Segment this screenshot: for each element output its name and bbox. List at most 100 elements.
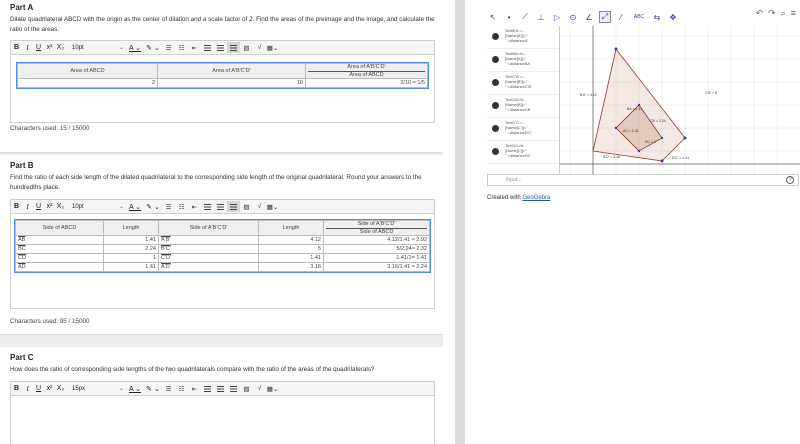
header-ratio-bottom: Area of ABCD [349,72,384,78]
equation-icon[interactable]: √ [253,383,266,394]
equation-icon[interactable]: √ [253,201,266,212]
angle-tool-icon[interactable]: ∠ [583,11,595,23]
bullet-list-icon[interactable]: ☰ [162,383,175,394]
bullet-list-icon[interactable]: ☰ [162,201,175,212]
input-bar[interactable]: Input... ? [487,174,799,186]
outdent-icon[interactable]: ⇤ [188,383,201,394]
visibility-toggle-icon[interactable] [492,79,499,86]
bold-button[interactable]: B [11,44,22,51]
visibility-toggle-icon[interactable] [492,102,499,109]
part-c-prompt: How does the ratio of corresponding side… [10,366,375,373]
superscript-button[interactable]: x² [44,203,55,210]
list-item[interactable]: TextCB=N... [Name[B]]=" " =distanceCB [487,95,559,118]
list-item[interactable]: TextBA=N... [Name[A]]=" " =distanceBA [487,49,559,72]
outdent-icon[interactable]: ⇤ [188,201,201,212]
slider-icon[interactable]: ⇆ [651,11,663,23]
point-d-prime [660,159,664,163]
subscript-button[interactable]: X₂ [55,203,66,210]
undo-icon[interactable]: ↶ [756,8,764,19]
graphics-canvas[interactable]: B'A' = 4.12 C'B' = 5 BA = 1.41 CB = 2.24… [560,26,800,174]
part-b-editor[interactable]: Side of ABCD Length Side of A'B'C'D' Len… [10,214,435,309]
numbered-list-icon[interactable]: ☷ [175,201,188,212]
table-icon[interactable]: ▦⌄ [266,383,279,394]
graphics-view[interactable]: B'A' = 4.12 C'B' = 5 BA = 1.41 CB = 2.24… [560,26,800,174]
text-color-button[interactable]: A ⌄ [126,385,144,393]
highlight-button[interactable]: ✎ ⌄ [144,203,162,211]
header-ratio: Area of A'B'C'D' Area of ABCD [305,63,428,79]
redo-icon[interactable]: ↷ [768,8,776,19]
align-center-icon[interactable] [214,383,227,394]
align-center-icon[interactable] [214,42,227,53]
point-tool-icon[interactable]: • [503,11,515,23]
bold-button[interactable]: B [11,385,22,392]
italic-button[interactable]: I [22,385,33,393]
align-right-icon[interactable] [227,201,240,212]
list-item[interactable]: TextDC=N... [Name[C]]=" " =distanceDC [487,141,559,164]
header-side-ratio: Side of A'B'C'D' Side of ABCD [323,220,430,236]
visibility-toggle-icon[interactable] [492,33,499,40]
text-color-button[interactable]: A ⌄ [126,203,144,211]
part-a-prompt: Dilate quadrilateral ABCD with the origi… [10,16,435,33]
slider-tool-icon[interactable]: ⁄ [615,11,627,23]
numbered-list-icon[interactable]: ☷ [175,42,188,53]
font-size-select[interactable]: 15px ⌄ [70,383,126,394]
visibility-toggle-icon[interactable] [492,148,499,155]
part-a-editor[interactable]: Area of ABCD Area of A'B'C'D' Area of A'… [10,55,435,123]
subscript-button[interactable]: X₂ [55,44,66,51]
font-size-select[interactable]: 10pt ⌄ [70,42,126,53]
line-tool-icon[interactable]: ⟋ [519,11,531,23]
menu-icon[interactable]: ≡ [791,8,796,19]
align-center-icon[interactable] [214,201,227,212]
align-left-icon[interactable] [201,201,214,212]
bullet-list-icon[interactable]: ☰ [162,42,175,53]
underline-button[interactable]: U [33,385,44,392]
circle-tool-icon[interactable]: ⊙ [567,11,579,23]
image-icon[interactable]: ▧ [240,201,253,212]
search-icon[interactable]: ⌕ [781,8,786,19]
text-tool-icon[interactable]: ABC [631,11,647,23]
align-left-icon[interactable] [201,383,214,394]
underline-button[interactable]: U [33,44,44,51]
superscript-button[interactable]: x² [44,385,55,392]
highlight-button[interactable]: ✎ ⌄ [144,44,162,52]
underline-button[interactable]: U [33,203,44,210]
move-tool-icon[interactable]: ↖ [487,11,499,23]
visibility-toggle-icon[interactable] [492,125,499,132]
length-cell: 3.16 [258,262,324,272]
reflect-tool-icon[interactable]: ⤢ [599,11,611,23]
geogebra-credit: Created with GeoGebra [487,195,550,201]
align-right-icon[interactable] [227,42,240,53]
list-item[interactable]: TextB'A =... [Name[A']]=" " =distanceA' [487,26,559,49]
visibility-toggle-icon[interactable] [492,56,499,63]
panel-divider[interactable] [455,0,465,444]
list-item[interactable]: TextD'C =... [Name[C']]=" " =distanceD'C… [487,118,559,141]
part-c-editor[interactable] [10,396,435,444]
length-cell: 2.24 [103,244,159,254]
geogebra-link[interactable]: GeoGebra [522,195,550,201]
superscript-button[interactable]: x² [44,44,55,51]
italic-button[interactable]: I [22,203,33,211]
highlight-button[interactable]: ✎ ⌄ [144,385,162,393]
chevron-down-icon: ⌄ [118,204,124,210]
equation-icon[interactable]: √ [253,42,266,53]
text-color-button[interactable]: A ⌄ [126,44,144,52]
subscript-button[interactable]: X₂ [55,385,66,392]
font-size-select[interactable]: 10pt ⌄ [70,201,126,212]
align-left-icon[interactable] [201,42,214,53]
perpendicular-tool-icon[interactable]: ⊥ [535,11,547,23]
align-right-icon[interactable] [227,383,240,394]
outdent-icon[interactable]: ⇤ [188,42,201,53]
list-item[interactable]: TextC'B =... [Name[B']]=" " =distanceC'B… [487,72,559,95]
move-view-icon[interactable]: ✥ [667,11,679,23]
image-icon[interactable]: ▧ [240,42,253,53]
help-icon[interactable]: ? [786,176,794,184]
part-b: Part B Find the ratio of each side lengt… [0,155,443,335]
table-icon[interactable]: ▦⌄ [266,201,279,212]
italic-button[interactable]: I [22,44,33,52]
numbered-list-icon[interactable]: ☷ [175,383,188,394]
image-icon[interactable]: ▧ [240,383,253,394]
polygon-tool-icon[interactable]: ▷ [551,11,563,23]
table-icon[interactable]: ▦⌄ [266,42,279,53]
bold-button[interactable]: B [11,203,22,210]
header-area-image: Area of A'B'C'D' [157,63,306,79]
